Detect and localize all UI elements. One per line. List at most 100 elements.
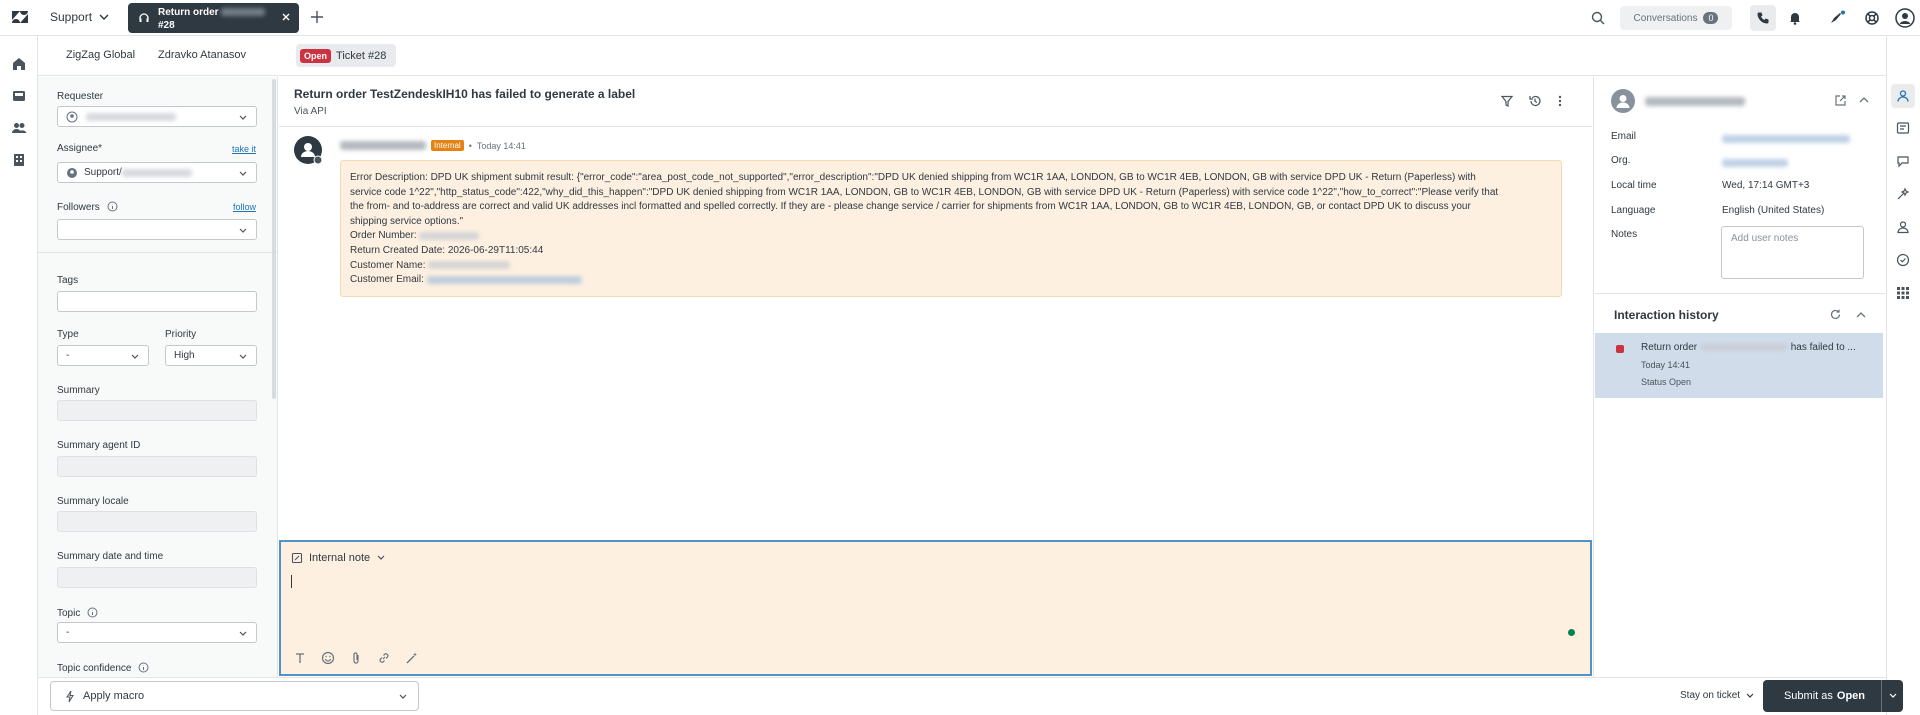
refresh-icon[interactable] (1829, 308, 1842, 321)
type-value: - (66, 350, 70, 361)
org-label: Org. (1611, 155, 1631, 166)
customer-email-line: Customer Email: (350, 273, 1552, 288)
local-time-label: Local time (1611, 180, 1657, 191)
chevron-down-icon (1746, 693, 1754, 698)
chevron-down-icon (239, 171, 247, 176)
priority-select[interactable]: High (165, 345, 257, 366)
left-navigation (0, 36, 38, 715)
ticket-tab-number: #28 (158, 20, 175, 31)
submit-status: Open (1836, 690, 1866, 702)
close-tab-icon[interactable] (280, 11, 292, 23)
assignee-field[interactable]: Support/ (57, 162, 257, 183)
history-icon[interactable] (1528, 94, 1542, 108)
type-select[interactable]: - (57, 345, 149, 366)
requester-field[interactable] (57, 106, 257, 127)
intelligence-icon[interactable] (1896, 187, 1910, 201)
summary-label: Summary (57, 385, 100, 396)
customers-icon[interactable] (11, 120, 27, 136)
text-format-icon[interactable] (293, 651, 307, 665)
help-lifebuoy-icon[interactable] (1864, 10, 1880, 26)
take-it-link[interactable]: take it (232, 144, 256, 154)
conversations-count: 0 (1703, 12, 1719, 24)
online-status-dot (1568, 629, 1575, 636)
type-label: Type (57, 329, 79, 340)
product-switcher[interactable]: Support (50, 10, 110, 24)
user-notes-field[interactable]: Add user notes (1721, 226, 1864, 279)
ticket-properties-panel: Requester Assignee* take it Support/ Fol… (38, 77, 278, 677)
emoji-icon[interactable] (321, 651, 335, 665)
requester-label: Requester (57, 91, 104, 102)
customer-name[interactable] (1645, 97, 1745, 106)
conversations-button[interactable]: Conversations 0 (1620, 6, 1732, 30)
interaction-history-title: Interaction history (1614, 308, 1719, 322)
tags-field[interactable] (57, 291, 257, 312)
submit-options-button[interactable] (1881, 680, 1903, 712)
open-external-icon[interactable] (1834, 94, 1847, 107)
message-line: service code 1^22","http_status_code":42… (350, 186, 1499, 198)
ticket-via: Via API (294, 106, 327, 117)
attachment-icon[interactable] (349, 651, 363, 665)
check-circle-icon[interactable] (1896, 253, 1910, 267)
organizations-icon[interactable] (11, 152, 27, 168)
reply-composer[interactable]: Internal note (279, 540, 1592, 676)
follow-link[interactable]: follow (233, 202, 256, 212)
user-profile-icon[interactable] (1896, 220, 1910, 234)
author-avatar (294, 136, 322, 164)
ticket-tab[interactable]: Return order #28 (128, 3, 299, 33)
author-name[interactable] (340, 141, 426, 150)
phone-icon (1757, 12, 1769, 24)
topic-select[interactable]: - (57, 622, 257, 643)
notifications-bell-icon[interactable] (1787, 10, 1803, 26)
language-value: English (United States) (1722, 205, 1825, 216)
customer-name-line: Customer Name: (350, 259, 1552, 274)
apply-macro-dropdown[interactable]: Apply macro (50, 681, 419, 711)
properties-scrollbar[interactable] (272, 79, 276, 399)
email-value[interactable] (1722, 135, 1850, 143)
home-icon[interactable] (11, 56, 27, 72)
priority-label: Priority (165, 329, 197, 340)
composer-mode-selector[interactable]: Internal note (291, 552, 386, 564)
customer-context-icon[interactable] (1891, 84, 1915, 108)
email-label: Email (1611, 131, 1637, 142)
ticket-breadcrumb-tabs: ZigZag Global Zdravko Atanasov Open Tick… (38, 36, 1886, 76)
rocket-icon[interactable] (1828, 10, 1846, 26)
knowledge-icon[interactable] (1896, 121, 1910, 135)
apps-grid-icon[interactable] (1896, 286, 1910, 300)
link-icon[interactable] (377, 651, 391, 665)
chevron-down-icon (99, 14, 109, 20)
chevron-down-icon (239, 354, 247, 359)
tags-label: Tags (57, 275, 79, 286)
magic-wand-icon[interactable] (405, 651, 419, 665)
interaction-history-item[interactable]: Return order has failed to ... Today 14:… (1595, 333, 1883, 398)
org-value[interactable] (1722, 159, 1788, 167)
summary-date-field (57, 567, 257, 588)
views-inbox-icon[interactable] (11, 88, 27, 104)
apply-macro-label: Apply macro (83, 690, 145, 702)
ticket-tab-title: Return order (158, 7, 266, 18)
add-tab-icon[interactable] (309, 9, 325, 25)
stay-on-ticket-dropdown[interactable]: Stay on ticket (1680, 690, 1755, 701)
interaction-time: Today 14:41 (1641, 360, 1691, 370)
message-time: Today 14:41 (476, 140, 526, 151)
more-options-icon[interactable] (1557, 94, 1563, 108)
tab-organization[interactable]: ZigZag Global (66, 49, 135, 61)
profile-avatar-icon[interactable] (1895, 8, 1915, 28)
search-icon[interactable] (1590, 10, 1606, 26)
ticket-header (279, 77, 1592, 127)
local-time-value: Wed, 17:14 GMT+3 (1722, 180, 1810, 191)
followers-field[interactable] (57, 219, 257, 240)
assignee-label: Assignee* (57, 143, 103, 154)
chat-icon[interactable] (1896, 154, 1910, 168)
filter-icon[interactable] (1500, 94, 1514, 108)
topic-confidence-label: Topic confidence (57, 662, 149, 674)
topic-value: - (66, 627, 70, 638)
chevron-down-icon (131, 354, 139, 359)
chevron-up-icon[interactable] (1858, 94, 1870, 106)
tab-requester[interactable]: Zdravko Atanasov (158, 49, 246, 61)
interaction-status: Status Open (1641, 377, 1692, 387)
submit-button[interactable]: Submit as Open (1763, 680, 1886, 712)
tab-ticket[interactable]: Open Ticket #28 (296, 44, 397, 67)
phone-button[interactable] (1750, 5, 1776, 31)
zendesk-logo-icon[interactable] (10, 9, 30, 27)
chevron-up-icon[interactable] (1855, 309, 1867, 321)
